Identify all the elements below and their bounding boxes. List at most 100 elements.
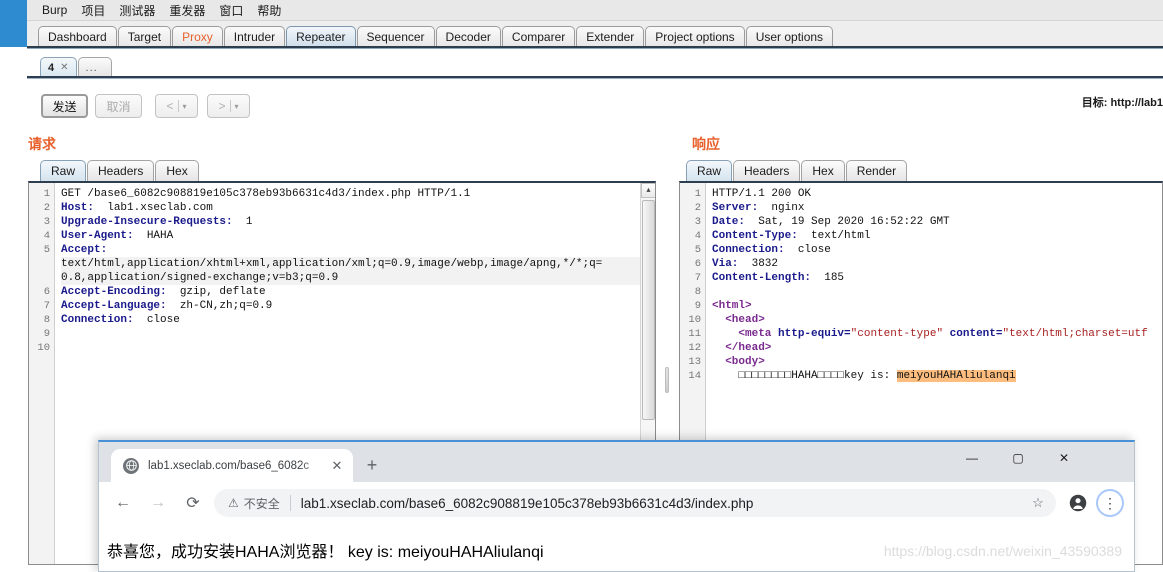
watermark-text: https://blog.csdn.net/weixin_43590389	[883, 543, 1122, 559]
line-number: 5	[43, 244, 50, 256]
code-segment: gzip, deflate	[166, 286, 266, 298]
code-segment: nginx	[758, 202, 805, 214]
response-tab-render[interactable]: Render	[845, 160, 908, 181]
request-tab-headers[interactable]: Headers	[87, 160, 155, 181]
tab-close-icon[interactable]: ✕	[329, 458, 345, 474]
tab-comparer[interactable]: Comparer	[501, 26, 576, 47]
code-segment: 185	[811, 272, 845, 284]
code-segment: close	[133, 314, 180, 326]
globe-icon	[123, 457, 139, 474]
tab-user-options[interactable]: User options	[745, 26, 834, 47]
tab-intruder[interactable]: Intruder	[223, 26, 286, 47]
repeater-add-tab[interactable]: ...	[77, 57, 112, 77]
code-segment: Accept:	[61, 244, 108, 256]
tab-target[interactable]: Target	[117, 26, 172, 47]
response-tab-hex[interactable]: Hex	[801, 160, 845, 181]
request-line-numbers: 1 2 3 4 5 6 7 8 9 10	[29, 183, 55, 564]
menu-item-3[interactable]: 重发器	[162, 1, 212, 20]
code-line: Accept-Language: zh-CN,zh;q=0.9	[61, 299, 655, 313]
code-segment: Via:	[712, 258, 739, 270]
menu-item-0[interactable]: Burp	[35, 2, 74, 18]
request-view-tabs: Raw Headers Hex	[40, 160, 200, 181]
menu-item-1[interactable]: 项目	[74, 1, 112, 20]
tab-decoder[interactable]: Decoder	[435, 26, 501, 47]
burp-logo-accent	[0, 0, 27, 47]
code-segment: 3832	[738, 258, 779, 270]
new-tab-button[interactable]: +	[361, 454, 383, 476]
code-segment: Sat, 19 Sep 2020 16:52:22 GMT	[745, 216, 950, 228]
repeater-tab-number: 4	[48, 61, 55, 74]
screenshot-root: Burp 项目 测试器 重发器 窗口 帮助 Dashboard Target Proxy Int…	[0, 0, 1163, 572]
browser-menu-icon[interactable]: ⋮	[1096, 489, 1124, 517]
line-number: 12	[688, 342, 701, 354]
close-icon[interactable]: ✕	[60, 62, 68, 73]
tab-project-options[interactable]: Project options	[645, 26, 745, 47]
response-tab-headers[interactable]: Headers	[733, 160, 801, 181]
back-button[interactable]: ←	[109, 489, 137, 517]
code-segment: lab1.xseclab.com	[94, 202, 213, 214]
code-segment: Content-Length:	[712, 272, 812, 284]
line-number: 14	[688, 370, 701, 382]
next-request-button: > ▾	[207, 94, 250, 118]
not-secure-indicator[interactable]: ⚠ 不安全	[228, 495, 280, 512]
menu-item-2[interactable]: 测试器	[112, 1, 162, 20]
code-segment: content=	[943, 328, 1003, 340]
code-line: <body>	[712, 355, 1162, 369]
response-view-tabs: Raw Headers Hex Render	[686, 160, 908, 181]
menu-item-4[interactable]: 窗口	[212, 1, 250, 20]
line-number: 6	[694, 258, 701, 270]
chevron-down-icon: ▾	[234, 101, 239, 111]
maximize-button[interactable]: ▢	[995, 442, 1041, 474]
chevron-down-icon: ▾	[182, 101, 187, 111]
response-tab-raw[interactable]: Raw	[686, 160, 733, 181]
previous-request-button: < ▾	[155, 94, 198, 118]
browser-tab[interactable]: lab1.xseclab.com/base6_6082c ✕	[111, 449, 353, 482]
line-number: 4	[43, 230, 50, 242]
code-segment: Content-Type:	[712, 230, 798, 242]
code-segment: Connection:	[712, 244, 785, 256]
send-button[interactable]: 发送	[41, 94, 88, 118]
tab-dashboard[interactable]: Dashboard	[38, 26, 117, 47]
line-number: 2	[694, 202, 701, 214]
menu-item-5[interactable]: 帮助	[250, 1, 288, 20]
code-line: HTTP/1.1 200 OK	[712, 187, 1162, 201]
request-tab-hex[interactable]: Hex	[155, 160, 199, 181]
browser-title-bar: lab1.xseclab.com/base6_6082c ✕ + — ▢ ✕	[99, 442, 1134, 482]
code-line: Connection: close	[712, 243, 1162, 257]
browser-tab-title: lab1.xseclab.com/base6_6082c	[148, 459, 310, 472]
code-segment: Connection:	[61, 314, 134, 326]
address-bar[interactable]: ⚠ 不安全 lab1.xseclab.com/base6_6082c908819…	[214, 489, 1056, 517]
code-line: text/html,application/xhtml+xml,applicat…	[61, 257, 655, 271]
code-segment: Server:	[712, 202, 759, 214]
tab-repeater[interactable]: Repeater	[286, 26, 356, 47]
request-tab-raw[interactable]: Raw	[40, 160, 87, 181]
code-segment: <meta	[712, 328, 779, 340]
code-line: GET /base6_6082c908819e105c378eb93b6631c…	[61, 187, 655, 201]
request-panel-title: 请求	[28, 136, 56, 152]
warning-icon: ⚠	[228, 496, 239, 510]
code-segment: text/html,application/xhtml+xml,applicat…	[61, 258, 603, 270]
scrollbar-thumb[interactable]	[642, 200, 655, 420]
scroll-up-icon[interactable]: ▲	[641, 183, 655, 198]
code-line: </head>	[712, 341, 1162, 355]
bookmark-star-icon[interactable]: ☆	[1026, 495, 1050, 511]
repeater-tab-4[interactable]: 4 ✕	[40, 57, 77, 77]
chrome-browser-window: lab1.xseclab.com/base6_6082c ✕ + — ▢ ✕ ←…	[98, 440, 1135, 572]
window-close-button[interactable]: ✕	[1041, 442, 1087, 474]
tab-extender[interactable]: Extender	[576, 26, 645, 47]
profile-avatar-icon[interactable]	[1064, 489, 1092, 517]
target-label: 目标: http://lab1	[1081, 97, 1163, 109]
tab-proxy[interactable]: Proxy	[172, 26, 223, 47]
tab-sequencer[interactable]: Sequencer	[356, 26, 435, 47]
url-text[interactable]: lab1.xseclab.com/base6_6082c908819e105c3…	[301, 496, 1026, 511]
line-number: 11	[688, 328, 701, 340]
line-number: 10	[688, 314, 701, 326]
code-segment: 0.8,application/signed-exchange;v=b3;q=0…	[61, 272, 339, 284]
minimize-button[interactable]: —	[949, 442, 995, 474]
line-number: 4	[694, 230, 701, 242]
code-segment: http-equiv=	[778, 328, 851, 340]
reload-button[interactable]: ⟳	[179, 489, 207, 517]
splitter-grip[interactable]	[665, 367, 669, 393]
